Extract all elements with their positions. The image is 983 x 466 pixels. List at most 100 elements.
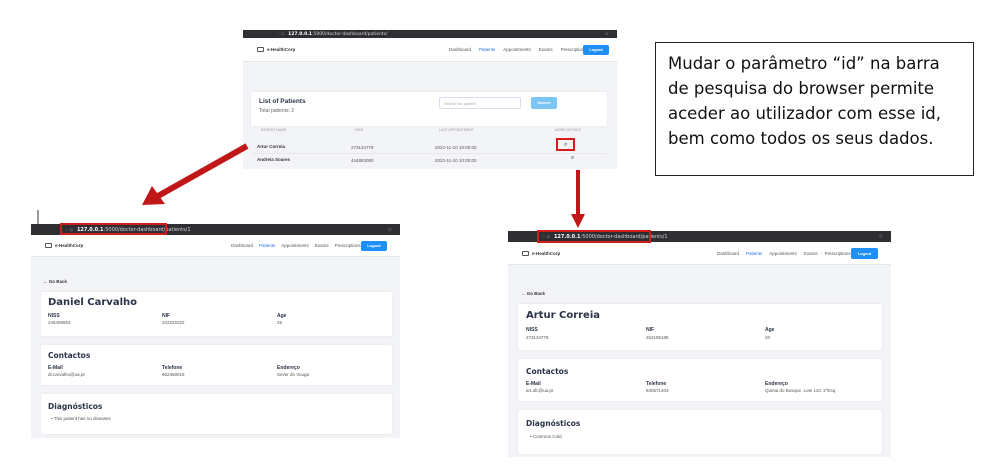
nif-label: NIF bbox=[646, 327, 655, 333]
nav-link-patients[interactable]: Patients bbox=[479, 47, 495, 52]
col-last-appointment: Last Appointment bbox=[439, 128, 474, 132]
nif-label: NIF bbox=[162, 313, 171, 319]
nif-value: 222222222 bbox=[162, 320, 185, 325]
contacts-card: Contactos E-Mail art.afc@ua.pt Telefone … bbox=[518, 359, 882, 401]
nav-link-dashboard[interactable]: Dashboard bbox=[717, 251, 739, 256]
total-patients: Total patients: 2 bbox=[259, 108, 295, 114]
table-row[interactable]: Artur Correia 273134778 2022-11-10 10:00… bbox=[251, 140, 607, 154]
nav-link-exams[interactable]: Exams bbox=[315, 243, 329, 248]
diagnostics-title: Diagnósticos bbox=[48, 402, 103, 411]
row-last: 2022-11-10 10:00:00 bbox=[435, 145, 477, 150]
nav-arrows-icon[interactable]: ◦ ▫ bbox=[277, 32, 284, 37]
annotation-note: Mudar o parâmetro “id” na barra de pesqu… bbox=[655, 42, 974, 176]
address-value: Sever do Vouga bbox=[277, 372, 310, 377]
navbar: e-HealthCorp Dashboard Patients Appointm… bbox=[508, 242, 891, 265]
star-icon[interactable]: ☆ bbox=[388, 227, 392, 233]
nav-link-appointments[interactable]: Appointments bbox=[281, 243, 309, 248]
logo-icon bbox=[45, 243, 52, 248]
go-back-link[interactable]: ← Go Back bbox=[521, 291, 545, 296]
go-back-link[interactable]: ← Go Back bbox=[43, 279, 67, 284]
brand[interactable]: e-HealthCorp bbox=[45, 243, 83, 248]
screenshot-patients-list: ◦ ▫ 127.0.0.1:5000/doctor-dashboard/pati… bbox=[243, 30, 617, 169]
go-back-label: Go Back bbox=[526, 291, 546, 296]
nav-link-prescriptions[interactable]: Prescriptions bbox=[335, 243, 361, 248]
url-path: :5000/doctor-dashboard/patients/ bbox=[312, 31, 388, 37]
screenshot-patient-detail-left: ◦ ▫ 127.0.0.1:5000/doctor-dashboard/pati… bbox=[31, 224, 400, 438]
email-label: E-Mail bbox=[48, 365, 63, 371]
star-icon[interactable]: ☆ bbox=[879, 234, 883, 240]
logo-icon bbox=[522, 250, 529, 256]
nav-links: Dashboard Patients Appointments Exams Pr… bbox=[449, 47, 587, 52]
nav-link-appointments[interactable]: Appointments bbox=[503, 47, 531, 52]
niss-label: NISS bbox=[48, 313, 60, 319]
nif-value: 262195185 bbox=[646, 335, 669, 340]
brand-name: e-HealthCorp bbox=[55, 243, 84, 248]
search-input[interactable]: Search for patient bbox=[439, 97, 521, 109]
nav-link-exams[interactable]: Exams bbox=[804, 251, 818, 256]
logout-button[interactable]: Logout bbox=[583, 44, 609, 55]
brand-name: e-HealthCorp bbox=[267, 47, 296, 52]
row-name: Andreia Soares bbox=[257, 157, 291, 162]
nav-link-appointments[interactable]: Appointments bbox=[769, 251, 797, 256]
age-label: Age bbox=[277, 313, 287, 319]
search-button[interactable]: Search bbox=[531, 97, 557, 109]
nav-links: Dashboard Patients Appointments Exams Pr… bbox=[231, 243, 361, 248]
patient-name: Artur Correia bbox=[526, 310, 601, 321]
page-title: List of Patients bbox=[259, 98, 306, 105]
age-value: 25 bbox=[277, 320, 283, 325]
col-patient-name: Patient Name bbox=[261, 128, 287, 132]
row-name: Artur Correia bbox=[257, 144, 286, 149]
phone-label: Telefone bbox=[646, 381, 667, 387]
star-icon[interactable]: ☆ bbox=[605, 32, 609, 37]
patients-card: List of Patients Total patients: 2 Searc… bbox=[251, 92, 607, 126]
niss-value: 273134778 bbox=[526, 335, 549, 340]
brand[interactable]: e-HealthCorp bbox=[257, 47, 295, 52]
highlight-details-button bbox=[556, 138, 575, 151]
brand-name: e-HealthCorp bbox=[532, 250, 561, 256]
brand[interactable]: e-HealthCorp bbox=[522, 250, 561, 256]
diagnostics-title: Diagnósticos bbox=[526, 419, 581, 428]
diagnostics-card: Diagnósticos • This patient has no disea… bbox=[41, 394, 392, 434]
table-row[interactable]: Andreia Soares 444883050 2022-11-10 10:0… bbox=[251, 154, 607, 168]
address-label: Endereço bbox=[765, 381, 788, 387]
go-back-label: Go Back bbox=[48, 279, 68, 284]
logout-button[interactable]: Logout bbox=[851, 247, 878, 259]
col-niss: NISS bbox=[355, 128, 364, 132]
phone-value: 930571403 bbox=[646, 388, 669, 393]
row-niss: 444883050 bbox=[351, 158, 374, 163]
contacts-card: Contactos E-Mail dt.carvalho@ua.pt Telef… bbox=[41, 345, 392, 385]
nav-link-patients[interactable]: Patients bbox=[746, 251, 762, 256]
highlight-url-left bbox=[60, 223, 167, 235]
logo-icon bbox=[257, 47, 264, 52]
row-niss: 273134778 bbox=[351, 145, 374, 150]
nav-link-dashboard[interactable]: Dashboard bbox=[231, 243, 253, 248]
address-label: Endereço bbox=[277, 365, 300, 371]
arrow-down bbox=[571, 170, 585, 228]
diagnostic-item: • Common Cold bbox=[530, 434, 562, 439]
email-label: E-Mail bbox=[526, 381, 541, 387]
browser-url-bar[interactable]: ◦ ▫ 127.0.0.1:5000/doctor-dashboard/pati… bbox=[243, 30, 617, 38]
contacts-title: Contactos bbox=[48, 351, 91, 360]
table-header: Patient Name NISS Last Appointment More … bbox=[251, 128, 607, 134]
screenshot-patient-detail-right: ◦ ▫ 127.0.0.1:5000/doctor-dashboard/pati… bbox=[508, 231, 891, 457]
nav-links: Dashboard Patients Appointments Exams Pr… bbox=[717, 251, 851, 256]
phone-value: 962368016 bbox=[162, 372, 185, 377]
age-label: Age bbox=[765, 327, 775, 333]
nav-link-prescriptions[interactable]: Prescriptions bbox=[825, 251, 851, 256]
diagnostic-item: • This patient has no diseases bbox=[51, 416, 111, 421]
patient-name: Daniel Carvalho bbox=[48, 297, 137, 308]
diagnostic-text: Common Cold bbox=[532, 434, 562, 439]
nav-link-dashboard[interactable]: Dashboard bbox=[449, 47, 471, 52]
nav-link-exams[interactable]: Exams bbox=[539, 47, 553, 52]
nav-link-patients[interactable]: Patients bbox=[259, 243, 275, 248]
navbar: e-HealthCorp Dashboard Patients Appointm… bbox=[243, 38, 617, 62]
logout-button[interactable]: Logout bbox=[361, 240, 387, 251]
details-search-icon[interactable]: ⌕ bbox=[571, 155, 574, 162]
patients-table: Patient Name NISS Last Appointment More … bbox=[251, 128, 607, 168]
niss-value: 245499593 bbox=[48, 320, 71, 325]
patient-info-card: Artur Correia NISS 273134778 NIF 2621951… bbox=[518, 304, 882, 350]
row-last: 2022-11-10 10:00:00 bbox=[435, 158, 477, 163]
navbar: e-HealthCorp Dashboard Patients Appointm… bbox=[31, 235, 400, 257]
email-value: dt.carvalho@ua.pt bbox=[48, 372, 85, 377]
url-host: 127.0.0.1 bbox=[288, 31, 313, 37]
